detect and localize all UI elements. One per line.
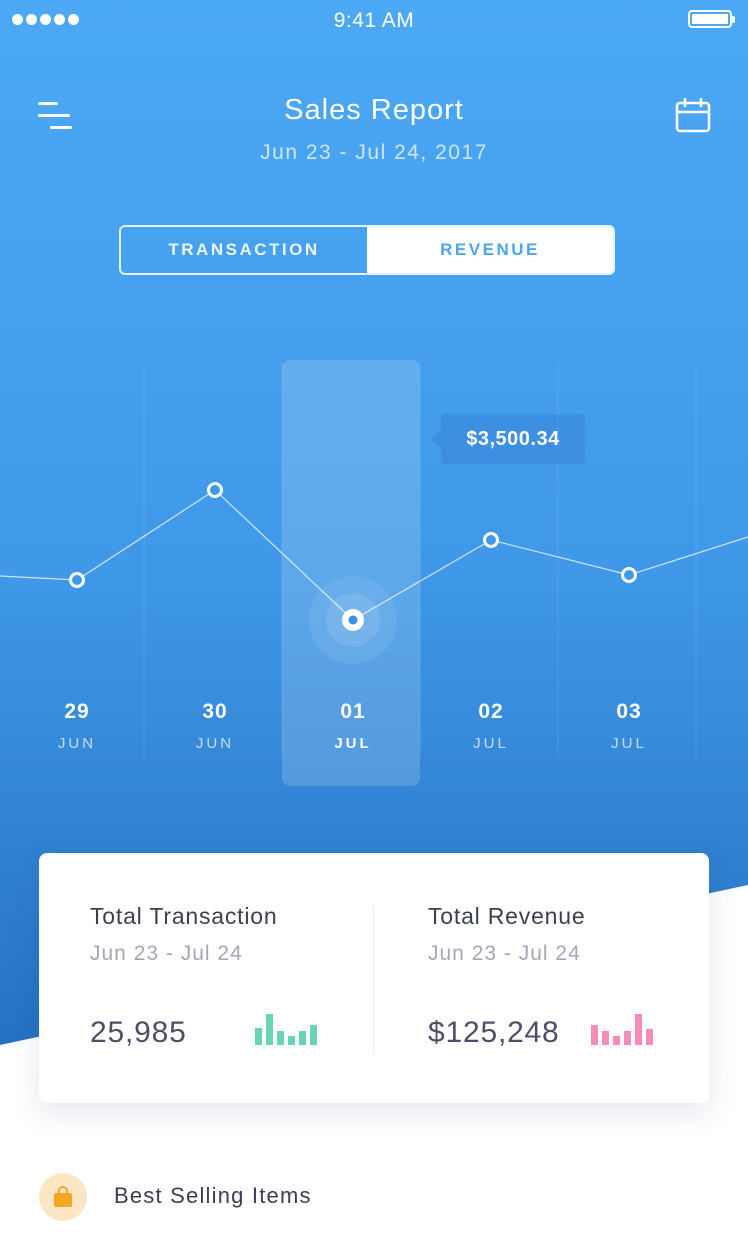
status-time: 9:41 AM [333, 9, 415, 32]
x-axis-month: JUN [57, 735, 97, 752]
transaction-sparkline [255, 1013, 317, 1045]
stat-value: $125,248 [428, 1016, 560, 1049]
sparkline-bar [255, 1028, 262, 1045]
summary-card: Total Transaction Jun 23 - Jul 24 25,985… [39, 853, 709, 1103]
calendar-icon[interactable] [674, 97, 712, 135]
stat-title: Total Revenue [428, 903, 586, 929]
chart-tooltip: $3,500.34 [431, 414, 585, 464]
x-axis-month: JUL [334, 735, 372, 752]
total-revenue-stat[interactable]: Total Revenue Jun 23 - Jul 24 $125,248 [428, 853, 708, 1103]
x-axis-day: 02 [478, 700, 504, 723]
x-axis-day: 29 [64, 700, 90, 723]
sparkline-bar [288, 1036, 295, 1045]
data-point[interactable] [483, 532, 499, 548]
tab-revenue[interactable]: REVENUE [367, 227, 613, 273]
best-selling-label: Best Selling Items [114, 1183, 312, 1208]
selected-point-center [348, 615, 358, 625]
best-selling-items-row[interactable]: Best Selling Items [39, 1173, 439, 1221]
sparkline-bar [646, 1029, 653, 1045]
total-transaction-stat[interactable]: Total Transaction Jun 23 - Jul 24 25,985 [90, 853, 374, 1103]
shopping-bag-icon [39, 1173, 87, 1221]
tab-transaction[interactable]: TRANSACTION [121, 227, 367, 273]
stat-value: 25,985 [90, 1016, 187, 1049]
stat-range: Jun 23 - Jul 24 [90, 942, 243, 965]
x-axis-label[interactable]: 02 JUL [441, 700, 541, 752]
sparkline-bar [277, 1031, 284, 1045]
x-axis-month: JUL [611, 735, 647, 752]
data-point[interactable] [621, 567, 637, 583]
x-axis-label[interactable]: 01 JUL [303, 700, 403, 752]
sparkline-bar [310, 1025, 317, 1045]
sparkline-bar [299, 1031, 306, 1045]
data-point[interactable] [207, 482, 223, 498]
page-title: Sales Report [284, 94, 464, 126]
sparkline-bar [613, 1036, 620, 1045]
x-axis-day: 01 [340, 700, 366, 723]
status-bar: 9:41 AM [0, 0, 748, 42]
data-point[interactable] [69, 572, 85, 588]
stat-range: Jun 23 - Jul 24 [428, 942, 581, 965]
x-axis-label[interactable]: 03 JUL [579, 700, 679, 752]
sparkline-bar [635, 1014, 642, 1045]
report-type-toggle: TRANSACTION REVENUE [119, 225, 615, 275]
report-date-range: Jun 23 - Jul 24, 2017 [260, 141, 488, 164]
revenue-sparkline [591, 1013, 653, 1045]
divider [373, 905, 374, 1053]
x-axis-month: JUL [473, 735, 509, 752]
x-axis-label[interactable]: 29 JUN [27, 700, 127, 752]
x-axis-label[interactable]: 30 JUN [165, 700, 265, 752]
stat-title: Total Transaction [90, 903, 278, 929]
sparkline-bar [602, 1031, 609, 1045]
sparkline-bar [266, 1014, 273, 1045]
sparkline-bar [591, 1025, 598, 1045]
x-axis-day: 03 [616, 700, 642, 723]
x-axis-day: 30 [202, 700, 228, 723]
sparkline-bar [624, 1031, 631, 1045]
battery-icon [688, 10, 735, 28]
x-axis-month: JUN [195, 735, 235, 752]
